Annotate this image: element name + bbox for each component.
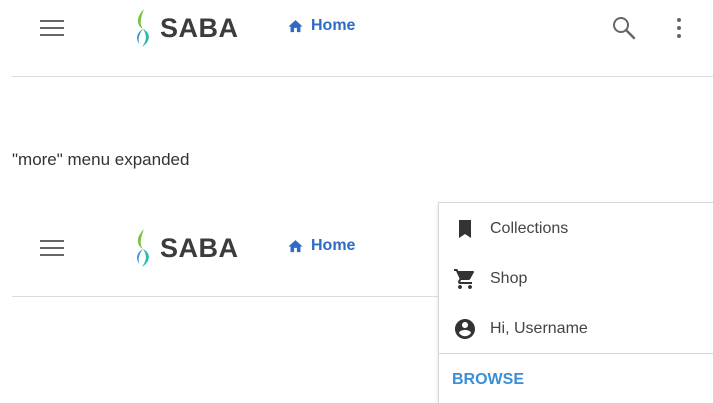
saba-logo-mark-icon <box>137 9 149 47</box>
brand-name: SABA <box>160 12 239 43</box>
menu-item-account[interactable]: Hi, Username <box>439 307 713 351</box>
hamburger-menu-icon[interactable] <box>40 18 66 38</box>
saba-logo[interactable]: SABA <box>130 226 239 270</box>
home-link[interactable]: Home <box>287 237 355 255</box>
hamburger-menu-icon[interactable] <box>40 238 66 258</box>
menu-divider <box>439 353 713 354</box>
home-link[interactable]: Home <box>287 17 355 35</box>
app-header-collapsed: SABA Home <box>0 0 713 77</box>
saba-logo[interactable]: SABA <box>130 6 239 50</box>
more-vert-icon[interactable] <box>672 15 686 41</box>
menu-item-label: Shop <box>490 270 528 287</box>
menu-item-shop[interactable]: Shop <box>439 257 713 301</box>
caption-text: "more" menu expanded <box>12 150 190 169</box>
account-circle-icon <box>452 316 478 342</box>
cart-icon <box>452 266 478 292</box>
header-divider <box>12 76 713 77</box>
home-link-label: Home <box>311 17 356 34</box>
home-icon <box>288 19 303 32</box>
home-link-label: Home <box>311 237 356 254</box>
search-icon[interactable] <box>611 15 637 41</box>
bookmark-icon <box>452 216 478 242</box>
menu-item-collections[interactable]: Collections <box>439 207 713 251</box>
menu-item-label: Collections <box>490 220 569 237</box>
brand-name: SABA <box>160 232 239 263</box>
browse-button[interactable]: BROWSE <box>452 371 524 389</box>
more-menu-dropdown: Collections Shop Hi, Username BROWSE <box>438 202 713 403</box>
menu-item-label: Hi, Username <box>490 320 588 337</box>
home-icon <box>288 239 303 252</box>
saba-logo-mark-icon <box>137 229 149 267</box>
